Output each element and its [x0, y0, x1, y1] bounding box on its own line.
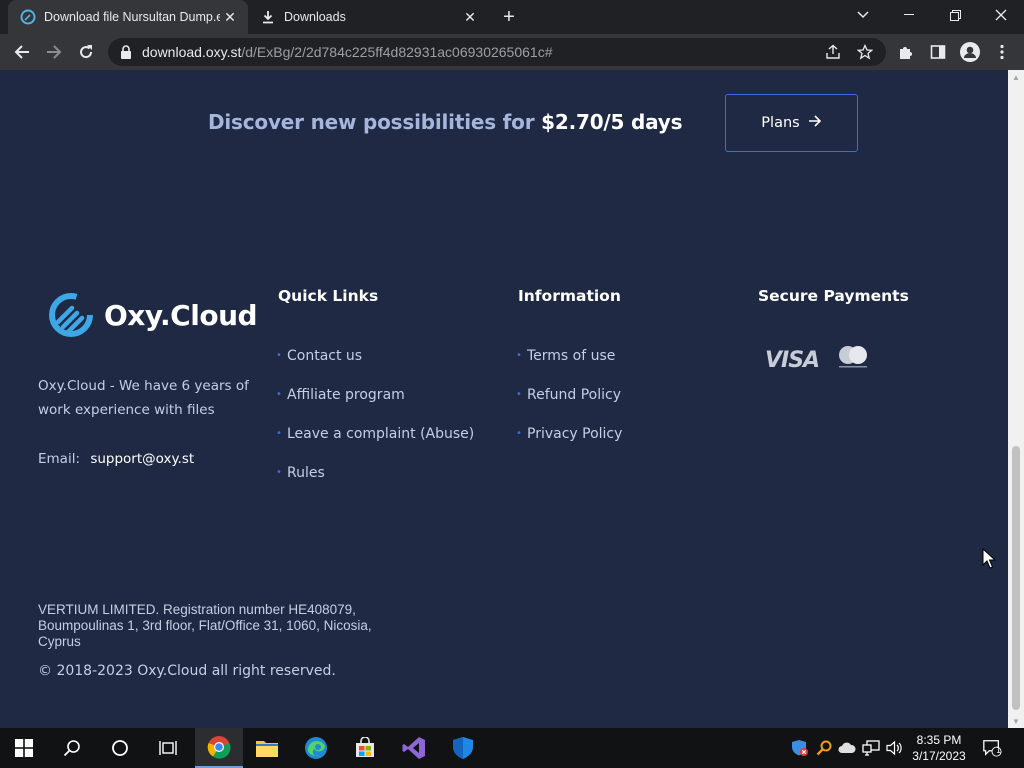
email-label: Email:: [38, 451, 81, 467]
about-text: Oxy.Cloud - We have 6 years of work expe…: [38, 378, 249, 418]
chrome-taskbar-icon[interactable]: [195, 728, 243, 768]
address-bar[interactable]: download.oxy.st/d/ExBg/2/2d784c225ff4d82…: [108, 38, 886, 66]
lock-icon[interactable]: [120, 45, 132, 59]
information-list: • Terms of use • Refund Policy • Privacy Po…: [516, 348, 622, 465]
cortana-icon[interactable]: [96, 728, 144, 768]
back-arrow-icon[interactable]: [8, 38, 36, 66]
bullet-icon: •: [516, 350, 522, 361]
url-host: download.oxy.st: [142, 44, 242, 60]
bullet-icon: •: [516, 428, 522, 439]
download-icon: [260, 9, 276, 25]
link-rules[interactable]: • Rules: [276, 465, 474, 504]
orange-search-tray-icon[interactable]: [814, 738, 834, 758]
visa-logo: VISA: [765, 348, 820, 373]
volume-icon[interactable]: [885, 738, 905, 758]
windows-taskbar: 8:35 PM 3/17/2023 1: [0, 728, 1024, 768]
share-icon[interactable]: [824, 43, 842, 61]
arrow-right-icon: [808, 115, 822, 131]
link-terms-of-use[interactable]: • Terms of use: [516, 348, 622, 387]
link-label: Privacy Policy: [527, 426, 623, 442]
link-privacy-policy[interactable]: • Privacy Policy: [516, 426, 622, 465]
network-icon[interactable]: [861, 738, 881, 758]
taskbar-clock[interactable]: 8:35 PM 3/17/2023: [904, 732, 974, 764]
link-affiliate-program[interactable]: • Affiliate program: [276, 387, 474, 426]
new-tab-button[interactable]: +: [497, 6, 521, 28]
secure-payments-heading: Secure Payments: [758, 287, 909, 305]
browser-toolbar: download.oxy.st/d/ExBg/2/2d784c225ff4d82…: [0, 34, 1024, 70]
scrollbar-thumb[interactable]: [1012, 446, 1020, 710]
link-label: Contact us: [287, 348, 363, 364]
defender-alert-icon[interactable]: [790, 738, 810, 758]
close-window-icon[interactable]: [978, 0, 1024, 30]
email-row: Email: support@oxy.st: [38, 451, 194, 467]
link-label: Terms of use: [527, 348, 616, 364]
task-view-icon[interactable]: [144, 728, 192, 768]
notification-count: 1: [996, 746, 1002, 755]
link-label: Refund Policy: [527, 387, 621, 403]
scroll-up-arrow-icon[interactable]: ▲: [1008, 70, 1024, 84]
logo-text: Oxy.Cloud: [104, 298, 258, 332]
microsoft-store-icon[interactable]: [341, 728, 389, 768]
mouse-cursor-icon: [982, 548, 996, 569]
tab-downloads[interactable]: Downloads ✕: [248, 0, 488, 34]
windows-start-icon[interactable]: [0, 728, 48, 768]
plans-button[interactable]: Plans: [725, 94, 858, 152]
company-legal-text: VERTIUM LIMITED. Registration number HE4…: [38, 602, 372, 649]
tab-title: Download file Nursultan Dump.e: [44, 10, 220, 24]
extensions-puzzle-icon[interactable]: [896, 42, 916, 62]
minimize-icon[interactable]: [886, 0, 932, 30]
tab-close-icon[interactable]: ✕: [220, 7, 240, 27]
link-contact-us[interactable]: • Contact us: [276, 348, 474, 387]
bullet-icon: •: [276, 389, 282, 400]
tab-search-chevron-icon[interactable]: [840, 0, 886, 30]
promo-banner: Discover new possibilities for $2.70/5 d…: [208, 110, 683, 134]
mastercard-logo-icon: [839, 346, 867, 368]
action-center-notification-icon[interactable]: 1: [982, 738, 1002, 758]
promo-text: Discover new possibilities for: [208, 110, 535, 134]
onedrive-cloud-icon[interactable]: [837, 738, 857, 758]
link-label: Affiliate program: [287, 387, 405, 403]
side-panel-icon[interactable]: [928, 42, 948, 62]
windows-security-icon[interactable]: [439, 728, 487, 768]
bullet-icon: •: [276, 350, 282, 361]
bullet-icon: •: [276, 428, 282, 439]
bullet-icon: •: [276, 467, 282, 478]
tab-strip: Download file Nursultan Dump.e ✕ Downloa…: [0, 0, 1024, 34]
clock-time: 8:35 PM: [916, 733, 962, 747]
oxy-cloud-logo-icon: [49, 293, 93, 337]
bullet-icon: •: [516, 389, 522, 400]
plans-label: Plans: [761, 115, 800, 131]
page-scrollbar[interactable]: ▲ ▼: [1008, 70, 1024, 728]
url-path: /d/ExBg/2/2d784c225ff4d82931ac0693026506…: [241, 44, 553, 60]
file-explorer-icon[interactable]: [243, 728, 291, 768]
email-link[interactable]: support@oxy.st: [90, 451, 194, 467]
page-content: Discover new possibilities for $2.70/5 d…: [0, 70, 1008, 728]
quick-links-heading: Quick Links: [278, 287, 379, 305]
oxy-cloud-favicon-icon: [20, 9, 36, 25]
link-refund-policy[interactable]: • Refund Policy: [516, 387, 622, 426]
bookmark-star-icon[interactable]: [856, 43, 874, 61]
information-heading: Information: [518, 287, 621, 305]
scroll-down-arrow-icon[interactable]: ▼: [1008, 714, 1024, 728]
oxy-cloud-logo[interactable]: Oxy.Cloud: [48, 292, 258, 338]
search-icon[interactable]: [48, 728, 96, 768]
tab-close-icon[interactable]: ✕: [460, 7, 480, 27]
forward-arrow-icon[interactable]: [40, 38, 68, 66]
restore-icon[interactable]: [932, 0, 978, 30]
chrome-menu-icon[interactable]: [992, 42, 1012, 62]
tab-download-file[interactable]: Download file Nursultan Dump.e ✕: [8, 0, 248, 34]
link-label: Rules: [287, 465, 325, 481]
link-label: Leave a complaint (Abuse): [287, 426, 475, 442]
profile-avatar-icon[interactable]: [960, 42, 980, 62]
quick-links-list: • Contact us • Affiliate program • Leave a …: [276, 348, 474, 504]
promo-price: $2.70/5 days: [541, 110, 683, 134]
tab-title: Downloads: [284, 10, 346, 24]
reload-icon[interactable]: [72, 38, 100, 66]
edge-browser-icon[interactable]: [292, 728, 340, 768]
visual-studio-icon[interactable]: [390, 728, 438, 768]
copyright-text: © 2018-2023 Oxy.Cloud all right reserved…: [38, 663, 336, 679]
link-leave-complaint[interactable]: • Leave a complaint (Abuse): [276, 426, 474, 465]
clock-date: 3/17/2023: [912, 749, 966, 763]
